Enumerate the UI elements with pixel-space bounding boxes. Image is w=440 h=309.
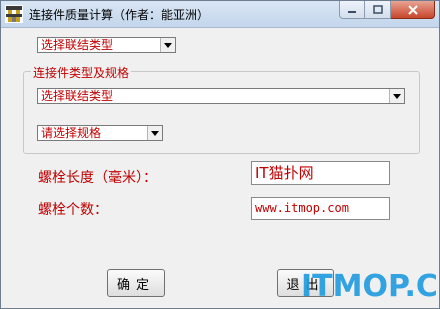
caption-buttons (339, 1, 435, 20)
close-button[interactable] (391, 1, 435, 19)
app-icon (5, 5, 23, 23)
group-legend: 连接件类型及规格 (31, 64, 132, 81)
group-connection-type-select[interactable]: 选择联结类型 (37, 88, 405, 104)
maximize-icon (372, 1, 383, 19)
connection-type-value: 选择联结类型 (41, 38, 114, 52)
chevron-down-icon[interactable] (147, 126, 162, 140)
spec-select[interactable]: 请选择规格 (37, 125, 163, 141)
ok-button-label: 确定 (116, 277, 155, 293)
window-title: 连接件质量计算（作者：能亚洲） (29, 8, 210, 22)
chevron-down-icon[interactable] (389, 89, 404, 103)
maximize-button[interactable] (365, 1, 391, 19)
minimize-icon (347, 1, 357, 19)
bolt-length-value: IT猫扑网 (255, 164, 314, 182)
bolt-count-label: 螺栓个数： (38, 202, 108, 218)
chevron-down-icon[interactable] (160, 38, 175, 52)
title-bar[interactable]: 连接件质量计算（作者：能亚洲） (1, 1, 439, 28)
connection-type-select[interactable]: 选择联结类型 (37, 37, 176, 53)
bolt-count-input[interactable]: www.itmop.com (251, 197, 390, 220)
group-connection-type-value: 选择联结类型 (41, 89, 114, 103)
spec-value: 请选择规格 (41, 126, 102, 140)
connector-spec-group (23, 71, 420, 154)
watermark: ITMOP.COM (301, 269, 439, 304)
bolt-length-label: 螺栓长度（毫米）： (38, 170, 157, 186)
bolt-count-value: www.itmop.com (255, 201, 349, 215)
close-icon (407, 1, 419, 19)
app-window: 连接件质量计算（作者：能亚洲） 选择联结类型 连接件类型及规格 选择联结类型 请… (0, 0, 440, 309)
minimize-button[interactable] (339, 1, 365, 19)
bolt-length-input[interactable]: IT猫扑网 (251, 161, 390, 185)
ok-button[interactable]: 确定 (107, 269, 165, 297)
